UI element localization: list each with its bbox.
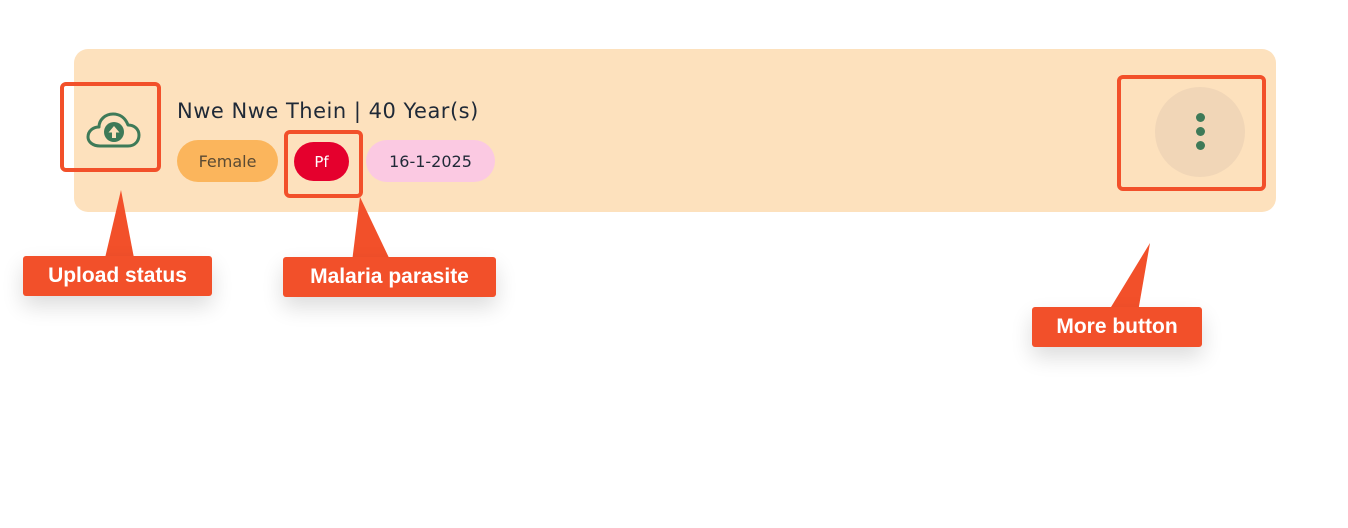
patient-record-card[interactable]	[74, 49, 1276, 212]
test-date-badge: 16-1-2025	[366, 140, 495, 182]
more-button-highlight	[1117, 75, 1266, 191]
malaria-parasite-highlight	[284, 130, 363, 198]
malaria-parasite-callout: Malaria parasite	[283, 257, 496, 297]
gender-badge: Female	[177, 140, 278, 182]
more-button-callout: More button	[1032, 307, 1202, 347]
upload-status-callout: Upload status	[23, 256, 212, 296]
upload-status-highlight	[60, 82, 161, 172]
patient-name-age: Nwe Nwe Thein | 40 Year(s)	[177, 99, 479, 123]
